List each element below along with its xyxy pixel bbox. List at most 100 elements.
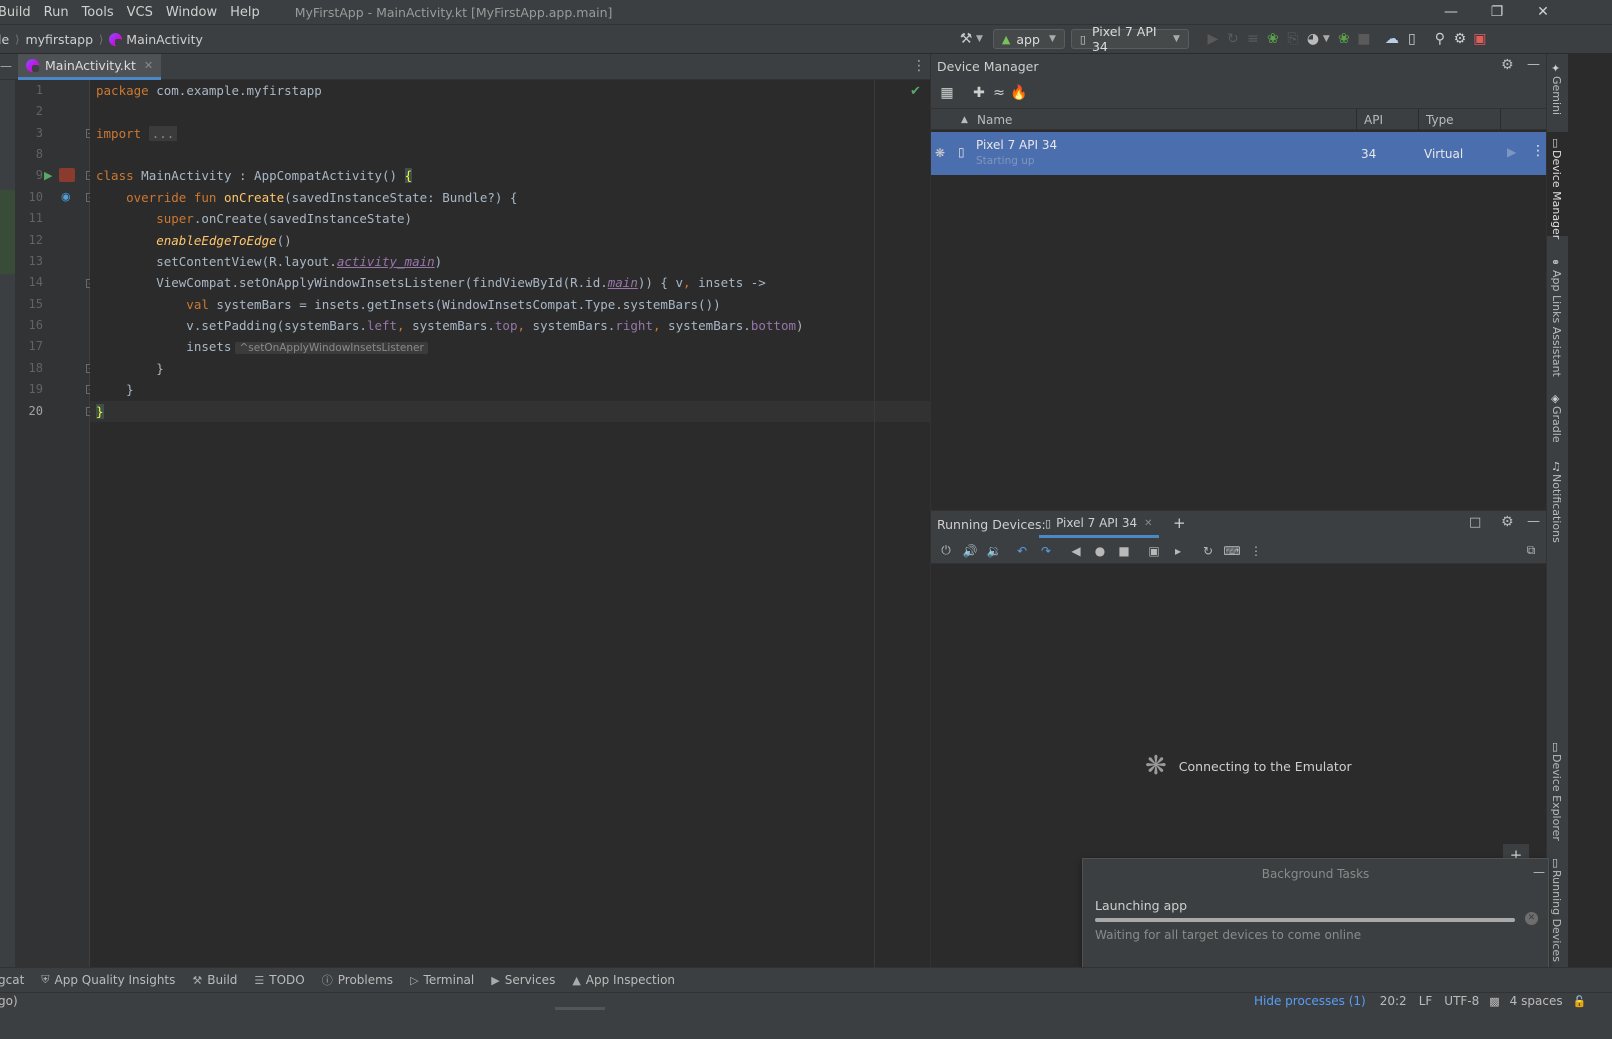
tool-tab-build[interactable]: ⚒ Build — [192, 973, 237, 987]
chevron-down-icon[interactable]: ▼ — [1323, 34, 1330, 44]
avatar-icon[interactable]: ▣ — [1470, 29, 1490, 49]
close-icon[interactable]: ✕ — [1520, 0, 1566, 24]
line-separator[interactable]: LF — [1419, 994, 1433, 1008]
more-options-icon[interactable]: ⋮ — [1244, 538, 1268, 564]
lock-icon[interactable]: 🔓 — [1573, 995, 1587, 1008]
line-number: 2 — [35, 104, 43, 118]
tool-window-notifications[interactable]: Notifications — [1550, 474, 1563, 543]
device-manager-icon[interactable]: ▯ — [1402, 29, 1422, 49]
tool-window-gemini[interactable]: Gemini — [1550, 76, 1563, 115]
minimize-icon[interactable]: — — [1527, 514, 1540, 529]
screen-record-icon[interactable]: ▸ — [1166, 538, 1190, 564]
tool-tab-terminal[interactable]: ▷ Terminal — [410, 973, 474, 987]
breadcrumb-package[interactable]: myfirstapp — [25, 32, 93, 47]
launch-device-icon[interactable]: ▶ — [1507, 145, 1516, 159]
breadcrumb-module[interactable]: le — [0, 32, 9, 47]
column-name[interactable]: Name — [977, 109, 1012, 131]
search-icon[interactable]: ⚲ — [1430, 29, 1450, 49]
column-api[interactable]: API — [1364, 109, 1383, 131]
background-tasks-popup: Background Tasks — Launching app ✕ Waiti… — [1082, 858, 1549, 984]
profile-icon[interactable]: ◕ — [1303, 29, 1323, 49]
overview-icon[interactable]: ■ — [1112, 538, 1136, 564]
menu-window[interactable]: Window — [166, 5, 217, 20]
tool-window-running-devices[interactable]: Running Devices — [1550, 870, 1563, 962]
readonly-toggle-icon[interactable]: ▩ — [1489, 995, 1499, 1008]
run-config-dropdown[interactable]: ▲ app ▼ — [992, 29, 1065, 49]
add-device-icon[interactable]: ✚ — [969, 83, 989, 103]
screenshot-icon[interactable]: ▣ — [1142, 538, 1166, 564]
breadcrumb-class[interactable]: MainActivity — [126, 32, 203, 47]
no-problems-check-icon[interactable]: ✔ — [910, 84, 921, 99]
rotate-left-icon[interactable]: ↶ — [1010, 538, 1034, 564]
override-gutter-icon[interactable]: ◉ — [61, 190, 71, 203]
settings-icon[interactable]: ⚙ — [1450, 29, 1470, 49]
debug-icon[interactable]: ❀ — [1263, 29, 1283, 49]
cancel-task-icon[interactable]: ✕ — [1525, 912, 1538, 925]
keyboard-icon[interactable]: ⌨ — [1220, 538, 1244, 564]
code-editor[interactable]: package com.example.myfirstapp import ..… — [90, 80, 930, 967]
close-tab-icon[interactable]: ✕ — [1144, 518, 1152, 529]
sort-ascending-icon[interactable]: ▲ — [961, 109, 968, 131]
run-gutter-icon[interactable]: ▶ — [44, 169, 52, 182]
tool-tab-logcat[interactable]: gcat — [0, 973, 24, 987]
tool-window-device-manager[interactable]: Device Manager — [1550, 150, 1563, 239]
menu-build[interactable]: Build — [0, 5, 31, 20]
tab-mainactivity[interactable]: MainActivity.kt ✕ — [18, 54, 162, 80]
more-options-icon[interactable]: ⋮ — [912, 58, 926, 74]
menu-vcs[interactable]: VCS — [127, 5, 153, 20]
group-devices-icon[interactable]: ▦ — [937, 83, 957, 103]
tool-window-app-links[interactable]: App Links Assistant — [1550, 270, 1563, 377]
maximize-icon[interactable]: □ — [1469, 515, 1481, 530]
device-row[interactable]: ❋ ▯ Pixel 7 API 34 Starting up 34 Virtua… — [931, 132, 1546, 175]
device-dropdown[interactable]: ▯ Pixel 7 API 34 ▼ — [1070, 24, 1189, 54]
tool-tab-problems[interactable]: ⓘ Problems — [322, 972, 393, 988]
menu-run[interactable]: Run — [44, 5, 69, 20]
firebase-icon[interactable]: 🔥 — [1009, 83, 1029, 103]
sync-gradle-icon[interactable]: ☁ — [1382, 29, 1402, 49]
power-icon[interactable]: ⏻ — [934, 538, 958, 564]
indent-setting[interactable]: 4 spaces — [1510, 994, 1563, 1008]
minimize-icon[interactable]: — — [1533, 865, 1545, 879]
android-activity-icon[interactable] — [59, 168, 75, 182]
tool-window-gradle[interactable]: Gradle — [1550, 406, 1563, 443]
menu-tools[interactable]: Tools — [82, 5, 114, 20]
tool-window-device-explorer[interactable]: Device Explorer — [1550, 754, 1563, 841]
restore-icon[interactable]: ❐ — [1474, 0, 1520, 24]
close-tab-icon[interactable]: ✕ — [144, 59, 153, 72]
attach-process-icon[interactable]: ❀ — [1334, 29, 1354, 49]
minimize-icon[interactable]: — — [1527, 57, 1540, 72]
attach-debugger-icon[interactable]: ⎘ — [1283, 29, 1303, 49]
column-type[interactable]: Type — [1426, 109, 1454, 131]
snapshot-icon[interactable]: ↻ — [1196, 538, 1220, 564]
tool-tab-services[interactable]: ▶ Services — [491, 973, 555, 987]
caret-position[interactable]: 20:2 — [1380, 994, 1407, 1008]
tab-running-device[interactable]: ▯ Pixel 7 API 34 ✕ — [1039, 511, 1159, 538]
picture-in-picture-icon[interactable]: ⧉ — [1519, 538, 1543, 564]
hammer-icon[interactable]: ⚒ — [956, 29, 976, 49]
add-device-tab-icon[interactable]: + — [1173, 514, 1186, 532]
run-icon[interactable]: ▶ — [1203, 29, 1223, 49]
tool-tab-todo[interactable]: ☰ TODO — [254, 973, 304, 987]
more-options-icon[interactable]: ⋮ — [1531, 143, 1545, 159]
apply-changes-icon[interactable]: ≡ — [1243, 29, 1263, 49]
chevron-down-icon[interactable]: ▼ — [976, 34, 983, 44]
stop-icon[interactable]: ■ — [1354, 29, 1374, 49]
pair-wifi-icon[interactable]: ≈ — [989, 83, 1009, 103]
volume-up-icon[interactable]: 🔊 — [958, 538, 982, 564]
home-icon[interactable]: ● — [1088, 538, 1112, 564]
minimize-icon[interactable]: — — [1428, 0, 1474, 24]
back-icon[interactable]: ◀ — [1064, 538, 1088, 564]
tool-tab-app-quality-insights[interactable]: ⛨ App Quality Insights — [41, 973, 175, 987]
rerun-icon[interactable]: ↻ — [1223, 29, 1243, 49]
volume-down-icon[interactable]: 🔉 — [982, 538, 1006, 564]
tool-tab-app-inspection[interactable]: ▲ App Inspection — [572, 973, 675, 987]
folded-imports[interactable]: ... — [148, 126, 178, 141]
bottom-tool-tabs: gcat ⛨ App Quality Insights ⚒ Build ☰ TODO … — [0, 967, 1612, 992]
settings-icon[interactable]: ⚙ — [1501, 514, 1514, 530]
minimize-panel-icon[interactable]: — — [0, 59, 12, 73]
file-encoding[interactable]: UTF-8 — [1444, 994, 1479, 1008]
hide-processes-link[interactable]: Hide processes (1) — [1254, 994, 1366, 1008]
menu-help[interactable]: Help — [230, 5, 260, 20]
settings-icon[interactable]: ⚙ — [1501, 57, 1514, 73]
rotate-right-icon[interactable]: ↷ — [1034, 538, 1058, 564]
